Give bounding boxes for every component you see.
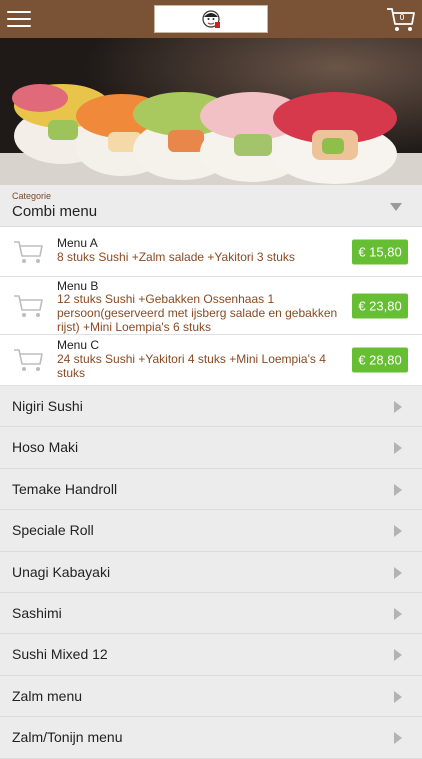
chevron-right-icon xyxy=(394,732,402,745)
restaurant-logo[interactable] xyxy=(154,5,268,33)
category-row-unagi-kabayaki[interactable]: Unagi Kabayaki xyxy=(0,551,422,593)
category-row-zalm-tonijn-menu[interactable]: Zalm/Tonijn menu xyxy=(0,717,422,759)
price-button[interactable]: € 15,80 xyxy=(352,239,408,264)
menu-item-title: Menu A xyxy=(57,236,98,250)
logo-mascot-icon xyxy=(202,10,220,28)
price-button[interactable]: € 23,80 xyxy=(352,293,408,318)
category-list: Nigiri Sushi Hoso Maki Temake Handroll S… xyxy=(0,386,422,759)
category-row-hoso-maki[interactable]: Hoso Maki xyxy=(0,427,422,469)
menu-item-description: 8 stuks Sushi +Zalm salade +Yakitori 3 s… xyxy=(57,250,295,264)
chevron-right-icon xyxy=(394,442,402,455)
category-name: Temake Handroll xyxy=(12,480,118,497)
add-to-cart-icon[interactable] xyxy=(13,293,45,319)
chevron-right-icon xyxy=(394,607,402,620)
category-name: Zalm/Tonijn menu xyxy=(12,729,123,746)
menu-item-title: Menu B xyxy=(57,279,99,293)
category-row-zalm-menu[interactable]: Zalm menu xyxy=(0,675,422,718)
category-name: Sashimi xyxy=(12,604,62,621)
category-name: Nigiri Sushi xyxy=(12,398,83,414)
category-name: Zalm menu xyxy=(12,687,83,704)
category-name: Speciale Roll xyxy=(12,522,94,539)
category-selected-value: Combi menu xyxy=(12,203,98,220)
menu-item-c[interactable]: Menu C 24 stuks Sushi +Yakitori 4 stuks … xyxy=(0,335,422,386)
menu-item-b[interactable]: Menu B 12 stuks Sushi +Gebakken Ossenhaa… xyxy=(0,277,422,335)
cart-count-badge: 0 xyxy=(399,13,405,22)
hamburger-icon[interactable] xyxy=(7,9,31,29)
category-name: Sushi Mixed 12 xyxy=(12,646,108,663)
menu-item-title: Menu C xyxy=(57,338,100,352)
sushi-rolls-photo xyxy=(0,38,422,185)
chevron-right-icon xyxy=(394,401,402,413)
menu-list: Menu A 8 stuks Sushi +Zalm salade +Yakit… xyxy=(0,227,422,386)
category-row-nigiri-sushi[interactable]: Nigiri Sushi xyxy=(0,386,422,428)
shopping-cart-icon[interactable]: 0 xyxy=(386,7,416,33)
category-label: Categorie xyxy=(12,191,52,201)
chevron-right-icon xyxy=(394,483,402,496)
chevron-right-icon xyxy=(394,690,402,703)
category-row-temake-handroll[interactable]: Temake Handroll xyxy=(0,468,422,511)
chevron-down-icon xyxy=(390,203,402,211)
add-to-cart-icon[interactable] xyxy=(13,239,45,265)
category-row-speciale-roll[interactable]: Speciale Roll xyxy=(0,510,422,552)
menu-item-description: 12 stuks Sushi +Gebakken Ossenhaas 1 per… xyxy=(57,292,338,334)
menu-item-a[interactable]: Menu A 8 stuks Sushi +Zalm salade +Yakit… xyxy=(0,227,422,277)
chevron-right-icon xyxy=(394,525,402,538)
top-bar: 0 xyxy=(0,0,422,38)
category-row-sushi-mixed-12[interactable]: Sushi Mixed 12 xyxy=(0,634,422,676)
category-name: Unagi Kabayaki xyxy=(12,563,111,580)
chevron-right-icon xyxy=(394,649,402,662)
add-to-cart-icon[interactable] xyxy=(13,347,45,373)
price-button[interactable]: € 28,80 xyxy=(352,347,408,373)
category-name: Hoso Maki xyxy=(12,439,79,456)
menu-item-description: 24 stuks Sushi +Yakitori 4 stuks +Mini L… xyxy=(57,352,326,380)
chevron-right-icon xyxy=(394,566,402,579)
category-selector[interactable]: Categorie Combi menu xyxy=(0,185,422,227)
category-row-sashimi[interactable]: Sashimi xyxy=(0,592,422,635)
